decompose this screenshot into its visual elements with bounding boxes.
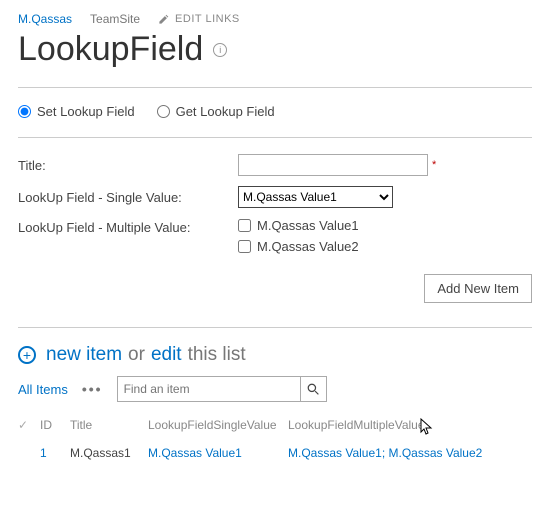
multi-checkbox-group: M.Qassas Value1 M.Qassas Value2 xyxy=(238,218,359,254)
edit-link[interactable]: edit xyxy=(151,344,182,366)
multi-checkbox-2[interactable]: M.Qassas Value2 xyxy=(238,239,359,254)
multi-label: LookUp Field - Multiple Value: xyxy=(18,218,238,235)
table-row[interactable]: 1 M.Qassas1 M.Qassas Value1 M.Qassas Val… xyxy=(18,436,532,460)
view-row: All Items ••• xyxy=(18,376,532,402)
search-input[interactable] xyxy=(118,382,300,396)
search-icon[interactable] xyxy=(300,377,326,401)
list-table: ✓ ID Title LookupFieldSingleValue Lookup… xyxy=(18,418,532,460)
radio-get-lookup[interactable]: Get Lookup Field xyxy=(157,104,275,119)
view-all-items[interactable]: All Items xyxy=(18,382,68,397)
col-single-header[interactable]: LookupFieldSingleValue xyxy=(148,418,288,432)
col-title-header[interactable]: Title xyxy=(70,418,148,432)
multi-checkbox-2-input[interactable] xyxy=(238,240,251,253)
required-mark: * xyxy=(432,159,436,171)
radio-set-input[interactable] xyxy=(18,105,31,118)
list-actions: + new item or edit this list xyxy=(18,344,532,366)
divider xyxy=(18,137,532,138)
row-id[interactable]: 1 xyxy=(40,446,70,460)
row-multi[interactable]: M.Qassas Value1; M.Qassas Value2 xyxy=(288,446,532,460)
form-row-multi: LookUp Field - Multiple Value: M.Qassas … xyxy=(18,218,532,254)
add-new-item-button[interactable]: Add New Item xyxy=(424,274,532,303)
col-id-header[interactable]: ID xyxy=(40,418,70,432)
form-row-title: Title: * xyxy=(18,154,532,176)
col-check-header[interactable]: ✓ xyxy=(18,418,40,432)
radio-get-label: Get Lookup Field xyxy=(176,104,275,119)
page-title: LookupField xyxy=(18,30,203,69)
radio-set-lookup[interactable]: Set Lookup Field xyxy=(18,104,135,119)
ellipsis-icon[interactable]: ••• xyxy=(82,381,103,397)
divider xyxy=(18,327,532,328)
breadcrumb-site[interactable]: M.Qassas xyxy=(18,12,72,26)
edit-links[interactable]: EDIT LINKS xyxy=(158,13,240,25)
new-item-link[interactable]: new item xyxy=(46,344,122,366)
search-wrap xyxy=(117,376,327,402)
single-select[interactable]: M.Qassas Value1 xyxy=(238,186,393,208)
info-icon[interactable]: i xyxy=(213,43,227,57)
radio-get-input[interactable] xyxy=(157,105,170,118)
radio-set-label: Set Lookup Field xyxy=(37,104,135,119)
multi-checkbox-1-label: M.Qassas Value1 xyxy=(257,218,359,233)
this-list-text: this list xyxy=(188,344,246,366)
multi-checkbox-2-label: M.Qassas Value2 xyxy=(257,239,359,254)
breadcrumb-teamsite[interactable]: TeamSite xyxy=(90,12,140,26)
divider xyxy=(18,87,532,88)
title-input[interactable] xyxy=(238,154,428,176)
row-title: M.Qassas1 xyxy=(70,446,148,460)
multi-checkbox-1-input[interactable] xyxy=(238,219,251,232)
single-label: LookUp Field - Single Value: xyxy=(18,190,238,205)
multi-checkbox-1[interactable]: M.Qassas Value1 xyxy=(238,218,359,233)
or-text: or xyxy=(128,344,145,366)
pencil-icon xyxy=(158,14,169,25)
add-button-row: Add New Item xyxy=(18,274,532,303)
plus-icon[interactable]: + xyxy=(18,346,36,364)
title-label: Title: xyxy=(18,158,238,173)
table-header: ✓ ID Title LookupFieldSingleValue Lookup… xyxy=(18,418,532,436)
radio-group: Set Lookup Field Get Lookup Field xyxy=(18,104,532,119)
check-icon: ✓ xyxy=(18,418,28,432)
breadcrumb: M.Qassas TeamSite EDIT LINKS xyxy=(18,12,532,26)
form-row-single: LookUp Field - Single Value: M.Qassas Va… xyxy=(18,186,532,208)
col-multi-header[interactable]: LookupFieldMultipleValue xyxy=(288,418,532,432)
page-title-row: LookupField i xyxy=(18,30,532,69)
edit-links-label: EDIT LINKS xyxy=(175,13,240,25)
row-single[interactable]: M.Qassas Value1 xyxy=(148,446,288,460)
